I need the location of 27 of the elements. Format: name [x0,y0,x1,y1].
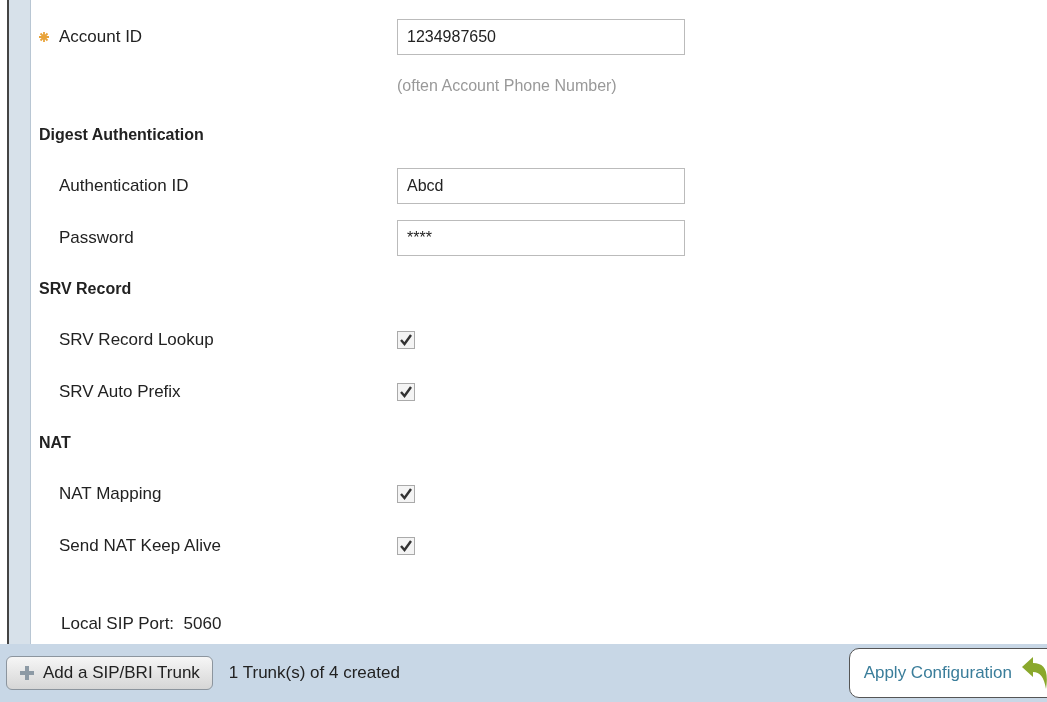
field-label: Authentication ID [59,175,190,198]
field-label: NAT Mapping [59,483,163,506]
trunk-count-text: 1 Trunk(s) of 4 created [228,662,400,685]
add-trunk-button[interactable]: Add a SIP/BRI Trunk [6,656,213,690]
checkbox[interactable] [397,537,415,555]
hint-text: (often Account Phone Number) [397,76,617,96]
check-icon [399,333,413,347]
section-heading: SRV Record [39,279,132,299]
field-label: Password [59,227,135,250]
checkbox[interactable] [397,331,415,349]
field-label: Account ID [59,26,144,49]
field-label: SRV Auto Prefix [59,381,182,404]
port-text: Local SIP Port: 5060 [61,612,222,635]
field-label: Send NAT Keep Alive [59,535,222,558]
section-heading: NAT [39,433,71,453]
check-icon [399,539,413,553]
apply-configuration-button[interactable]: Apply Configuration [848,648,1047,698]
checkbox[interactable] [397,383,415,401]
input-field[interactable]: **** [397,220,685,256]
field-label: SRV Record Lookup [59,329,215,352]
check-icon [399,385,413,399]
check-icon [399,487,413,501]
input-field[interactable]: 1234987650 [397,19,685,55]
plus-icon [19,665,35,681]
checkbox[interactable] [397,485,415,503]
section-heading: Digest Authentication [39,125,204,145]
input-field[interactable]: Abcd [397,168,685,204]
